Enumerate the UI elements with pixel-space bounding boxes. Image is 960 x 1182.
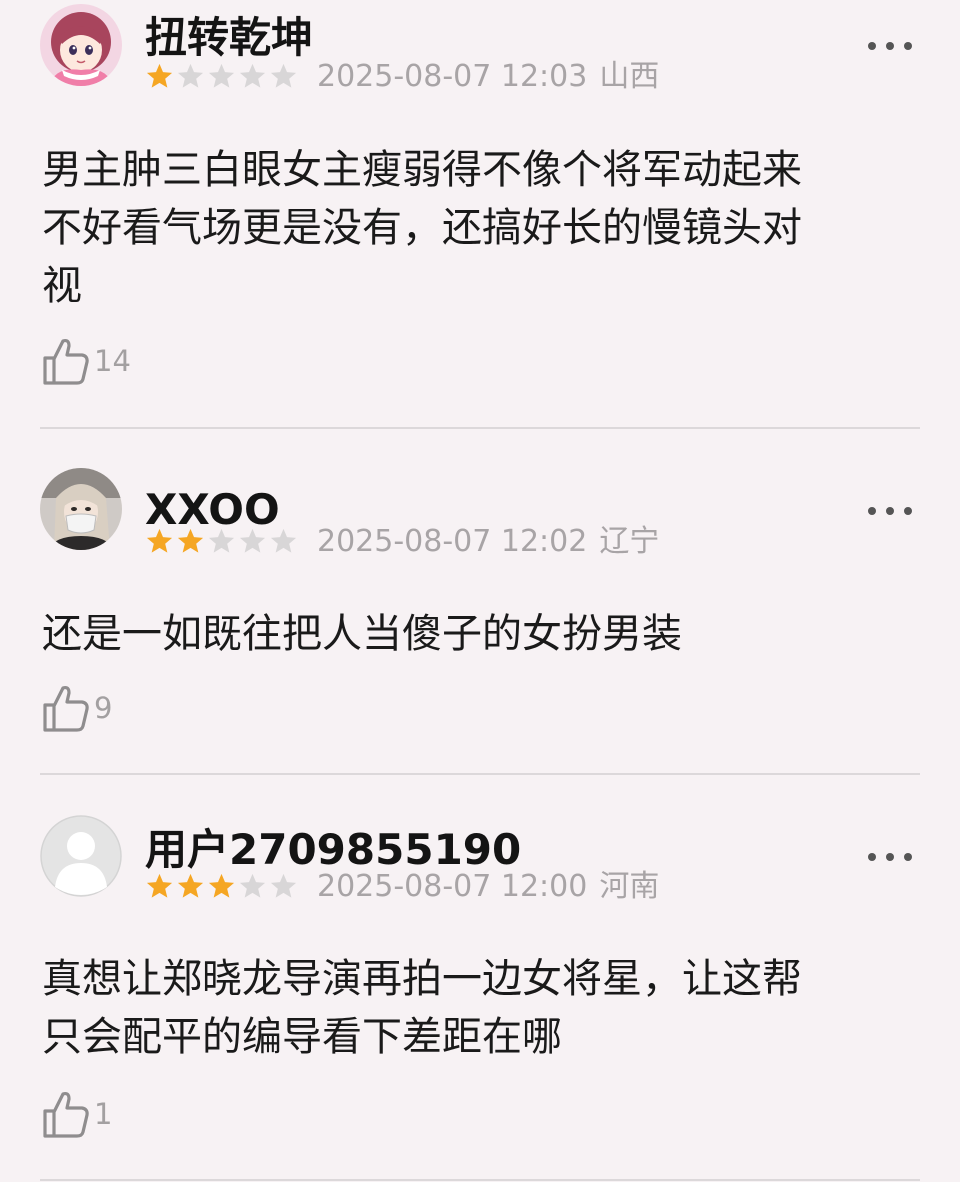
- review-date: 2025-08-07 12:03: [317, 59, 588, 94]
- like-count: 14: [94, 343, 131, 378]
- review-text: 真想让郑晓龙导演再拍一边女将星，让这帮 只会配平的编导看下差距在哪: [42, 956, 802, 1060]
- rating-stars: [145, 62, 298, 92]
- review-text: 还是一如既往把人当傻子的女扮男装: [42, 611, 682, 657]
- star-empty-icon: [208, 63, 235, 88]
- star-empty-icon: [208, 528, 235, 553]
- avatar[interactable]: [40, 4, 122, 86]
- divider: [40, 773, 920, 775]
- avatar[interactable]: [40, 468, 122, 550]
- like-count: 9: [94, 690, 113, 725]
- star-empty-icon: [270, 528, 297, 553]
- avatar[interactable]: [40, 815, 122, 897]
- review-location: 山西: [599, 59, 660, 94]
- like-button[interactable]: 9: [42, 683, 112, 733]
- star-empty-icon: [177, 63, 204, 88]
- divider: [40, 1179, 920, 1181]
- review-date: 2025-08-07 12:02: [317, 524, 588, 559]
- username[interactable]: 扭转乾坤: [145, 17, 313, 59]
- like-button[interactable]: 1: [42, 1089, 112, 1139]
- thumbs-up-icon: [43, 1091, 89, 1138]
- star-empty-icon: [239, 63, 266, 88]
- review-date: 2025-08-07 12:00: [317, 869, 588, 904]
- review-location: 河南: [599, 869, 660, 904]
- review-meta: 2025-08-07 12:00 河南: [317, 872, 671, 902]
- star-filled-icon: [177, 873, 204, 898]
- more-dots-icon[interactable]: [868, 39, 912, 53]
- star-filled-icon: [146, 63, 173, 88]
- username[interactable]: 用户2709855190: [145, 829, 521, 871]
- star-filled-icon: [177, 528, 204, 553]
- username[interactable]: XXOO: [145, 489, 280, 531]
- more-dots-icon[interactable]: [868, 504, 912, 518]
- star-empty-icon: [270, 63, 297, 88]
- review-location: 辽宁: [599, 524, 660, 559]
- like-button[interactable]: 14: [42, 336, 131, 386]
- star-filled-icon: [208, 873, 235, 898]
- review-text: 男主肿三白眼女主瘦弱得不像个将军动起来 不好看气场更是没有，还搞好长的慢镜头对 …: [42, 147, 802, 309]
- star-filled-icon: [146, 873, 173, 898]
- rating-stars: [145, 872, 298, 902]
- thumbs-up-icon: [43, 338, 89, 385]
- review-meta: 2025-08-07 12:03 山西: [317, 62, 671, 92]
- divider: [40, 427, 920, 429]
- star-empty-icon: [239, 528, 266, 553]
- review-meta: 2025-08-07 12:02 辽宁: [317, 527, 671, 557]
- rating-stars: [145, 527, 298, 557]
- star-empty-icon: [270, 873, 297, 898]
- like-count: 1: [94, 1096, 113, 1131]
- star-empty-icon: [239, 873, 266, 898]
- more-dots-icon[interactable]: [868, 850, 912, 864]
- star-filled-icon: [146, 528, 173, 553]
- thumbs-up-icon: [43, 685, 89, 732]
